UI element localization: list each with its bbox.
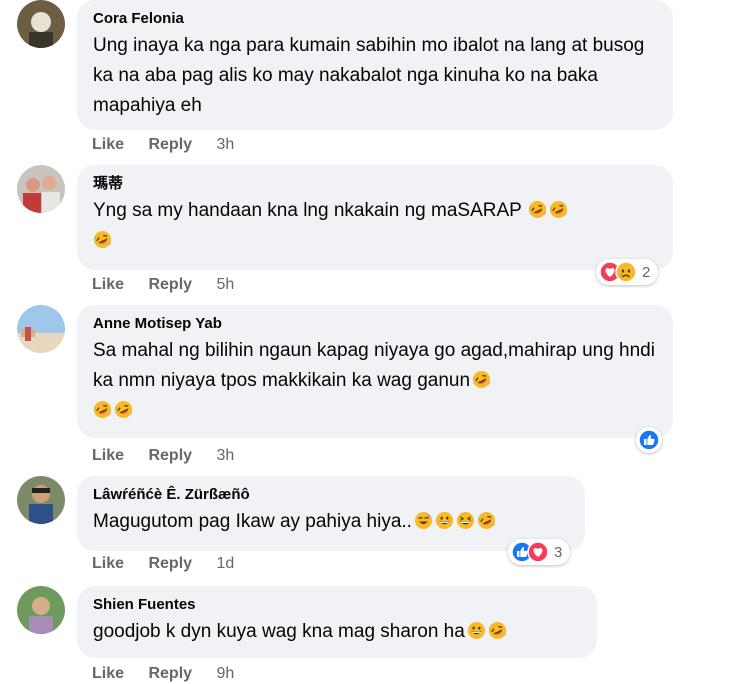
rofl-emoji: [93, 230, 112, 249]
comment-text-content: Sa mahal ng bilihin ngaun kapag niyaya g…: [93, 340, 655, 391]
rofl-emoji: [488, 621, 507, 640]
comment-text-content: goodjob k dyn kuya wag kna mag sharon ha: [93, 621, 465, 642]
rofl-emoji: [93, 400, 112, 419]
like-reaction-icon: [638, 429, 660, 451]
sweat-smile-emoji: [414, 511, 433, 530]
timestamp[interactable]: 3h: [217, 136, 235, 153]
timestamp[interactable]: 3h: [217, 447, 235, 464]
comment-actions: Like Reply 5h: [92, 275, 254, 295]
comment-author[interactable]: Lâwŕéñćè Ê. Zürßæñô: [93, 485, 571, 505]
avatar[interactable]: [17, 165, 65, 213]
comment-actions: Like Reply 9h: [92, 664, 254, 684]
reply-button[interactable]: Reply: [148, 447, 192, 464]
like-button[interactable]: Like: [92, 136, 124, 153]
reaction-summary[interactable]: [636, 427, 662, 453]
rofl-emoji: [114, 400, 133, 419]
comment-text-content: Magugutom pag Ikaw ay pahiya hiya..: [93, 511, 412, 532]
reply-button[interactable]: Reply: [148, 136, 192, 153]
reply-button[interactable]: Reply: [148, 555, 192, 572]
comment-bubble: Anne Motisep Yab Sa mahal ng bilihin nga…: [77, 305, 673, 438]
comment-bubble: Lâwŕéñćè Ê. Zürßæñô Magugutom pag Ikaw a…: [77, 476, 585, 551]
grin-emoji: [435, 511, 454, 530]
rofl-emoji: [549, 200, 568, 219]
reaction-count: 2: [642, 263, 651, 281]
grin-emoji: [467, 621, 486, 640]
timestamp[interactable]: 5h: [217, 276, 235, 293]
comment-text: goodjob k dyn kuya wag kna mag sharon ha: [93, 617, 583, 647]
comment-author[interactable]: Cora Felonia: [93, 9, 659, 29]
avatar-photo: [17, 305, 65, 353]
avatar-photo: [17, 586, 65, 634]
comment-actions: Like Reply 3h: [92, 446, 254, 466]
comment-text-content: Yng sa my handaan kna lng nkakain ng maS…: [93, 200, 522, 221]
comment-actions: Like Reply 3h: [92, 135, 254, 155]
comment-author[interactable]: 瑪蒂: [93, 174, 659, 194]
comment-bubble: Cora Felonia Ung inaya ka nga para kumai…: [77, 0, 673, 130]
timestamp[interactable]: 1d: [217, 555, 235, 572]
comment-bubble: Shien Fuentes goodjob k dyn kuya wag kna…: [77, 586, 597, 658]
reaction-summary[interactable]: 3: [508, 539, 571, 565]
reaction-count: 3: [554, 543, 563, 561]
rofl-emoji: [477, 511, 496, 530]
like-button[interactable]: Like: [92, 555, 124, 572]
avatar[interactable]: [17, 0, 65, 48]
avatar-photo: [17, 476, 65, 524]
rofl-emoji: [528, 200, 547, 219]
reply-button[interactable]: Reply: [148, 276, 192, 293]
reaction-summary[interactable]: 2: [596, 259, 659, 285]
avatar-photo: [17, 0, 65, 48]
comment-text: Ung inaya ka nga para kumain sabihin mo …: [93, 35, 645, 116]
comment-actions: Like Reply 1d: [92, 554, 254, 574]
comment-text: Yng sa my handaan kna lng nkakain ng maS…: [93, 196, 659, 256]
sad-reaction-icon: [615, 261, 637, 283]
grin-squint-emoji: [456, 511, 475, 530]
timestamp[interactable]: 9h: [217, 665, 235, 682]
comment-author[interactable]: Shien Fuentes: [93, 595, 583, 615]
comment-bubble: 瑪蒂 Yng sa my handaan kna lng nkakain ng …: [77, 165, 673, 270]
like-button[interactable]: Like: [92, 447, 124, 464]
comment-text: Sa mahal ng bilihin ngaun kapag niyaya g…: [93, 336, 659, 426]
like-button[interactable]: Like: [92, 276, 124, 293]
reply-button[interactable]: Reply: [148, 665, 192, 682]
avatar[interactable]: [17, 586, 65, 634]
avatar-photo: [17, 165, 65, 213]
rofl-emoji: [472, 370, 491, 389]
comment-text: Magugutom pag Ikaw ay pahiya hiya..: [93, 507, 571, 537]
avatar[interactable]: [17, 476, 65, 524]
love-reaction-icon: [527, 541, 549, 563]
avatar[interactable]: [17, 305, 65, 353]
comment-author[interactable]: Anne Motisep Yab: [93, 314, 659, 334]
like-button[interactable]: Like: [92, 665, 124, 682]
